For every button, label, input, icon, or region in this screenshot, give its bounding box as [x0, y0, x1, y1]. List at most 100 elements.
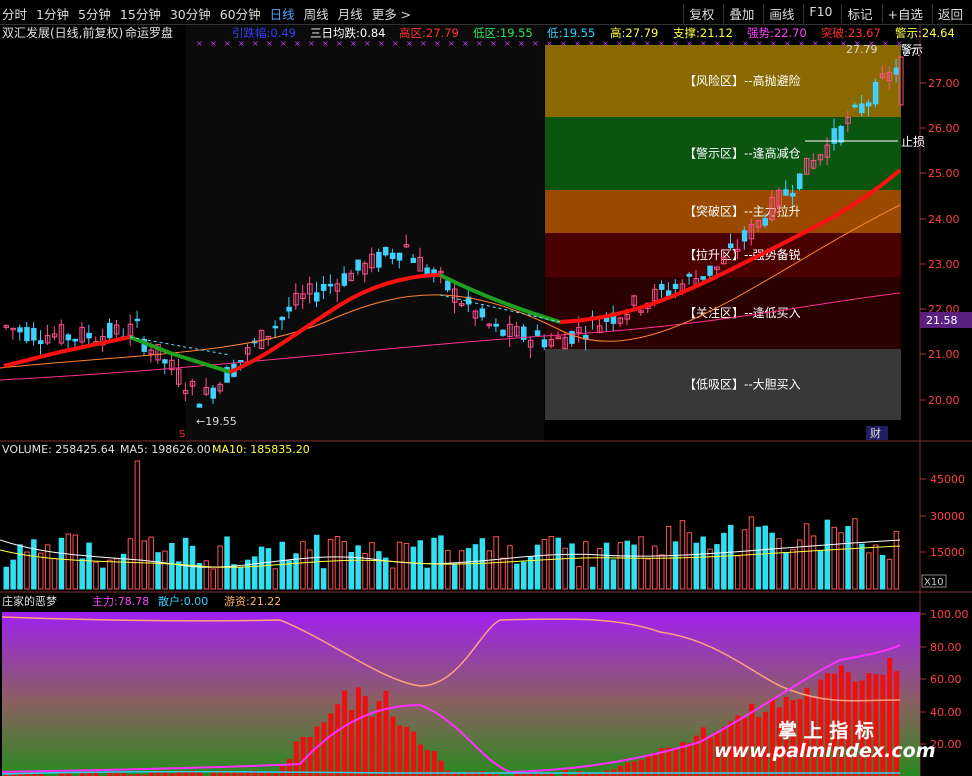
signal-mark: × [266, 39, 273, 48]
watermark-url: www.palmindex.com [714, 740, 936, 762]
s-marker: S [179, 429, 185, 440]
signal-mark: × [364, 39, 371, 48]
candle-body [797, 173, 803, 189]
volume-bar [162, 550, 168, 590]
bottom-panel-title: 庄家的恶梦 [2, 594, 57, 608]
volume-bar [541, 538, 548, 590]
candle-body [479, 308, 486, 318]
price-tick-4: 23.00 [928, 258, 960, 271]
volume-bar [369, 542, 375, 590]
volume-bar [396, 541, 403, 590]
candle-body [783, 189, 789, 196]
volume-bar [307, 549, 313, 590]
signal-mark: × [518, 39, 525, 48]
signal-mark: × [588, 39, 595, 48]
main-force-bar [418, 744, 423, 776]
volume-bar [445, 549, 451, 590]
candle-body [569, 331, 575, 344]
candle-body [859, 103, 865, 114]
indicator-9: 警示:24.64 [895, 26, 955, 40]
signal-mark: × [252, 39, 259, 48]
indicator-name: 命运罗盘 [125, 25, 173, 40]
main-force-bar [625, 762, 630, 776]
volume-bar [72, 534, 78, 590]
volume-bar [58, 537, 65, 590]
volume-header: VOLUME: 258425.64 MA5: 198626.00 MA10: 1… [2, 443, 310, 456]
indicator-1: 三日均跌:0.84 [310, 26, 385, 40]
signal-mark: × [210, 39, 217, 48]
main-force-bar [328, 713, 334, 776]
volume-bar [231, 564, 237, 590]
main-force-bar [424, 750, 430, 776]
volume-bar [383, 557, 389, 590]
signal-mark: × [336, 39, 343, 48]
zone-label-5: 【低吸区】--大胆买入 [684, 378, 801, 392]
signal-mark: × [350, 39, 357, 48]
bottom-tick-0: 100.00 [930, 608, 969, 621]
candle-body [17, 327, 23, 333]
indicator-8: 突破:23.67 [821, 26, 881, 40]
candle-body [196, 403, 203, 408]
signal-mark: × [546, 39, 553, 48]
volume-bar [189, 545, 196, 590]
volume-bar [320, 568, 327, 590]
stop-loss-label: 止损 [901, 135, 925, 149]
candle-body [383, 246, 389, 256]
volume-bar [141, 540, 147, 590]
main-force-bar [280, 766, 285, 776]
main-force-bar [183, 772, 189, 776]
signal-mark: × [280, 39, 287, 48]
volume-bar [810, 535, 817, 590]
main-force-bar [383, 690, 389, 776]
signal-mark: × [392, 39, 399, 48]
main-force-bar [293, 741, 299, 776]
volume-bar [555, 537, 561, 590]
volume-bar [93, 561, 99, 590]
signal-mark: × [826, 39, 833, 48]
candle-body [445, 280, 451, 291]
volume-bars[interactable] [3, 460, 900, 590]
volume-tick-2: 15000 [930, 546, 965, 559]
signal-mark: × [196, 39, 203, 48]
main-force-bar [369, 716, 375, 776]
volume-bar [817, 550, 824, 590]
candle-body [279, 316, 285, 321]
main-force-bar [211, 772, 216, 776]
bottom-indicator-0: 主力:78.78 [92, 595, 149, 608]
volume-bar [176, 561, 182, 590]
candle-body [410, 257, 417, 263]
bottom-tick-3: 40.00 [930, 706, 962, 719]
candle-body [741, 230, 748, 242]
volume-bar [631, 544, 637, 590]
signal-mark: × [308, 39, 315, 48]
volume-bar [721, 532, 727, 590]
volume-bar [51, 558, 58, 590]
volume-bar [514, 563, 520, 590]
zone-boxes: 【风险区】--高抛避险【警示区】--逢高减仓【突破区】--主力拉升【拉升区】--… [545, 45, 901, 420]
volume-bar [728, 524, 734, 590]
volume-bar [686, 532, 693, 590]
zone-label-2: 【突破区】--主力拉升 [684, 204, 801, 219]
stock-chart[interactable]: 【风险区】--高抛避险【警示区】--逢高减仓【突破区】--主力拉升【拉升区】--… [0, 0, 972, 776]
current-price-label: 21.58 [926, 314, 958, 327]
price-tick-7: 20.00 [928, 394, 960, 407]
volume-bar [755, 526, 762, 590]
volume-bar [410, 546, 417, 590]
zone-label-4: 【关注区】--逢低买入 [684, 305, 801, 320]
volume-bar [590, 566, 596, 590]
volume-bar [845, 526, 851, 590]
volume-bar [838, 532, 844, 590]
volume-bar [714, 544, 720, 590]
main-force-bar [700, 727, 706, 776]
volume-bar [458, 550, 465, 590]
volume-bar [38, 552, 44, 590]
volume-bar [603, 542, 610, 590]
finance-marker[interactable]: 财 [870, 426, 881, 440]
volume-bar [224, 536, 230, 590]
volume-bar [790, 549, 796, 590]
volume-bar [279, 541, 285, 590]
candle-body [107, 322, 113, 339]
candle-body [376, 251, 382, 268]
candle-body [327, 283, 334, 287]
candle-body [686, 273, 693, 277]
